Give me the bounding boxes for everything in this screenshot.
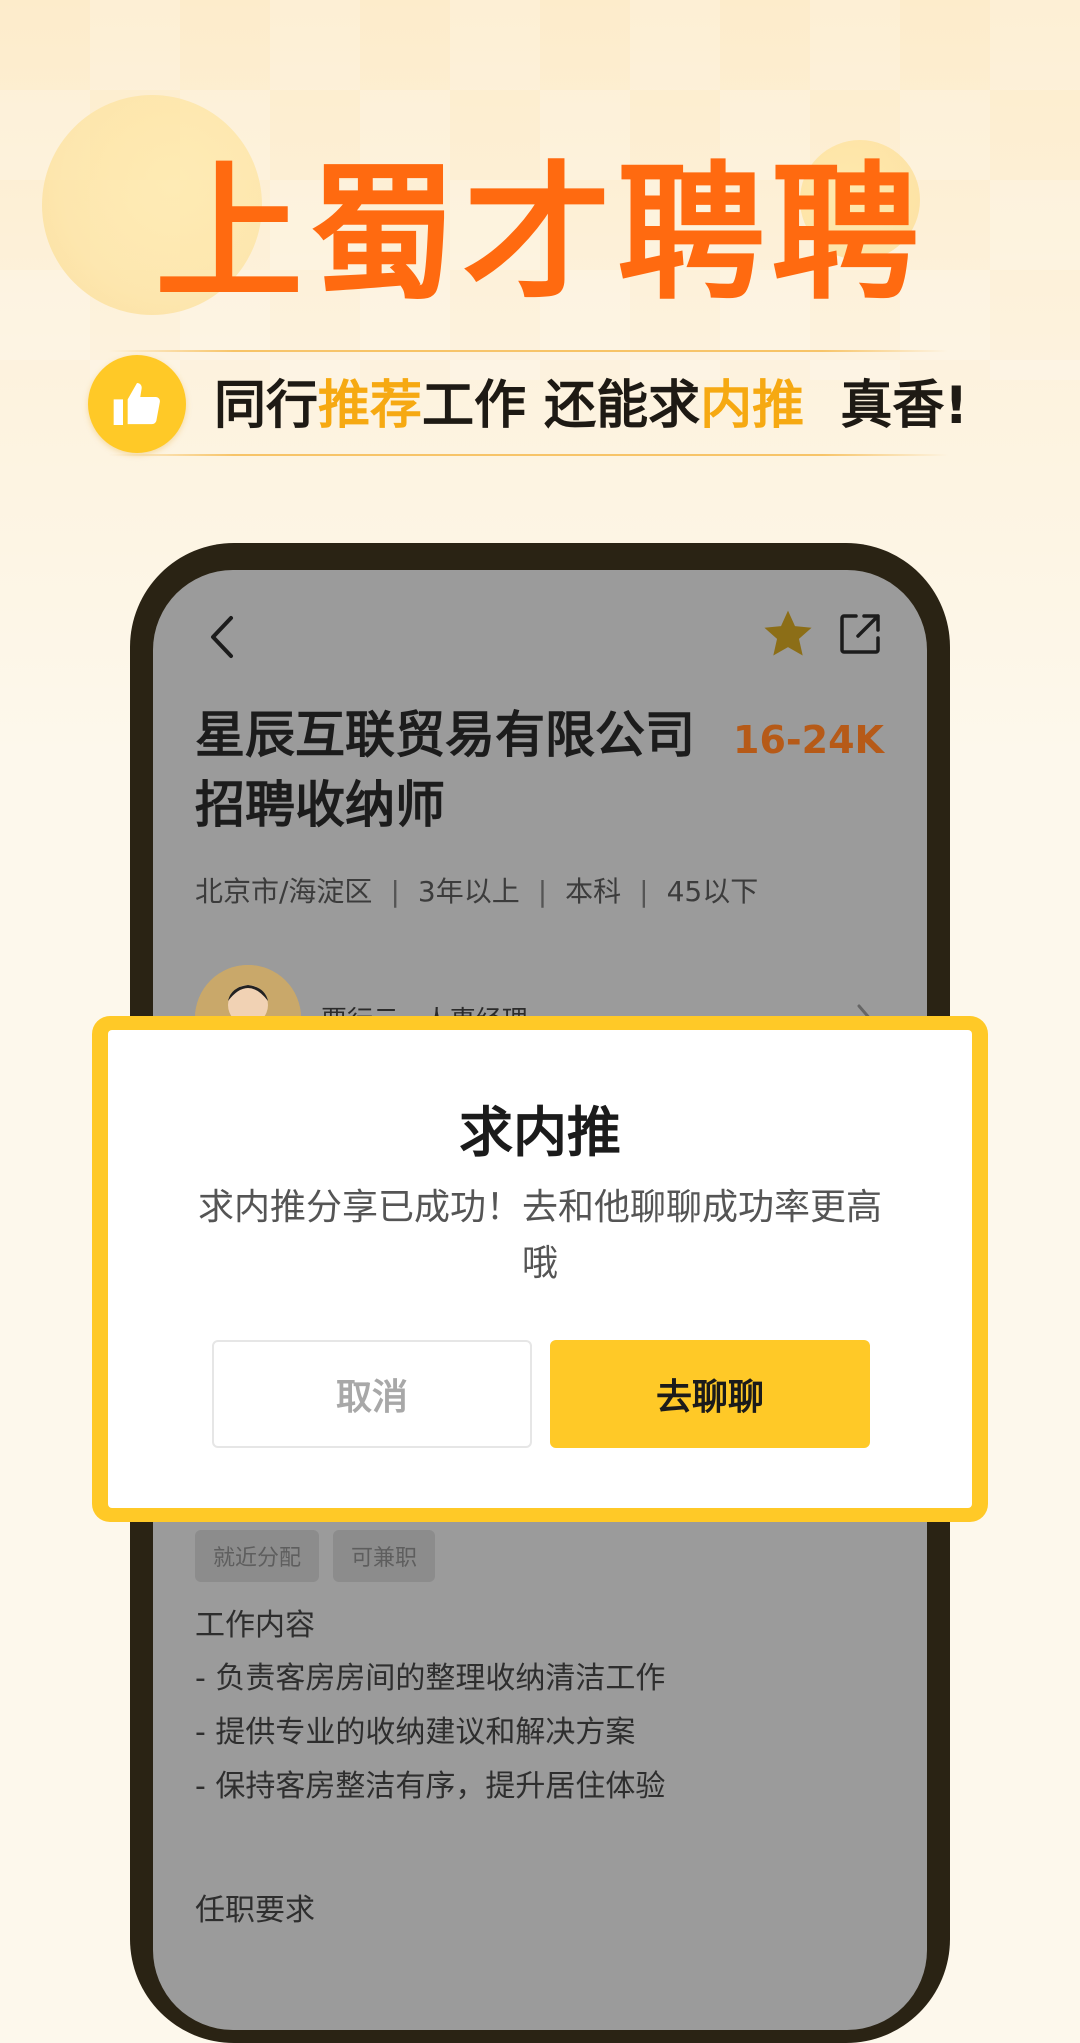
tagline-banner: 同行推荐工作 还能求内推 真香! <box>88 350 988 458</box>
dialog-title: 求内推 <box>459 1101 621 1164</box>
referral-dialog: 求内推 求内推分享已成功！去和他聊聊成功率更高哦 取消 去聊聊 <box>108 1030 972 1508</box>
meta-separator: | <box>537 875 548 908</box>
list-item: - 负责客房房间的整理收纳清洁工作 <box>195 1661 666 1696</box>
hero-title: 上蜀才聘聘 <box>155 148 925 320</box>
job-location: 北京市/海淀区 <box>195 875 373 908</box>
go-chat-button[interactable]: 去聊聊 <box>550 1340 870 1448</box>
job-content-heading: 工作内容 <box>195 1608 315 1643</box>
meta-separator: | <box>639 875 649 908</box>
dialog-message: 求内推分享已成功！去和他聊聊成功率更高哦 <box>197 1187 882 1284</box>
meta-separator: | <box>390 875 400 908</box>
tagline-divider-bottom <box>108 454 948 456</box>
job-experience: 3年以上 <box>417 875 520 908</box>
tagline-divider-top <box>108 350 948 352</box>
job-tag: 可兼职 <box>333 1530 436 1582</box>
job-meta: 北京市/海淀区 | 3年以上 | 本科 | 45以下 <box>195 870 758 910</box>
thumbs-up-icon <box>88 355 186 453</box>
job-title: 星辰互联贸易有限公司招聘收纳师 <box>195 706 695 834</box>
tagline-part-2: 工作 还能求 <box>422 376 701 436</box>
list-item: - 提供专业的收纳建议和解决方案 <box>195 1715 636 1750</box>
list-item: - 保持客房整洁有序，提升居住体验 <box>195 1769 666 1804</box>
share-icon[interactable] <box>836 610 884 658</box>
tagline-highlight-recommend: 推荐 <box>318 376 423 436</box>
tagline-highlight-referral: 内推 <box>700 376 805 436</box>
job-tags: 就近分配 可兼职 <box>195 1530 436 1582</box>
tagline-part-1: 同行 <box>214 376 319 436</box>
job-requirements-heading: 任职要求 <box>195 1893 315 1928</box>
tagline-part-3: 真香! <box>804 376 969 436</box>
star-icon[interactable] <box>760 606 816 662</box>
job-tag: 就近分配 <box>195 1530 320 1582</box>
job-education: 本科 <box>565 875 622 908</box>
job-content-list: - 负责客房房间的整理收纳清洁工作 - 提供专业的收纳建议和解决方案 - 保持客… <box>195 1652 665 1814</box>
cancel-button[interactable]: 取消 <box>212 1340 532 1448</box>
salary-range: 16-24K <box>733 718 884 762</box>
tagline-text: 同行推荐工作 还能求内推 真香! <box>214 376 968 436</box>
job-age-limit: 45以下 <box>666 875 759 908</box>
chevron-left-icon[interactable] <box>203 612 243 662</box>
